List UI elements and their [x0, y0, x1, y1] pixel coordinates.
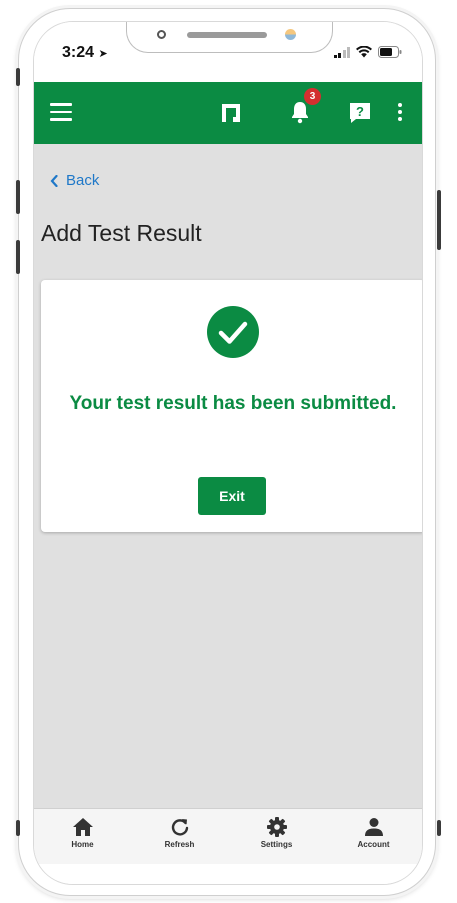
signal-icon [333, 47, 350, 58]
wifi-icon [356, 46, 372, 58]
result-card: Your test result has been submitted. Exi… [41, 280, 422, 532]
home-icon [72, 818, 93, 836]
bell-icon[interactable]: 3 [290, 88, 321, 126]
speaker-grille [187, 32, 267, 38]
back-link[interactable]: Back [50, 172, 99, 189]
chevron-left-icon [50, 174, 58, 187]
more-vert-icon[interactable] [398, 103, 404, 123]
nav-label-account: Account [357, 840, 390, 849]
app-bar: 3 ? [34, 82, 422, 144]
nav-label-home: Home [71, 840, 94, 849]
power-button [437, 190, 441, 250]
frame-mark-right [437, 820, 441, 836]
volume-down-button [16, 240, 20, 274]
page-title: Add Test Result [41, 220, 202, 246]
volume-up-button [16, 180, 20, 214]
status-time: 3:24 ➤ [62, 44, 108, 62]
phone-frame: 3:24 ➤ 3 ? Back Add Test Result Your tes… [18, 8, 436, 896]
nav-item-home[interactable]: Home [34, 809, 131, 865]
help-icon[interactable]: ? [348, 101, 372, 125]
app-logo-icon[interactable] [220, 102, 242, 124]
menu-icon[interactable] [50, 103, 72, 123]
person-icon [364, 818, 383, 836]
status-time-text: 3:24 [62, 44, 95, 61]
sensor-icon [285, 29, 296, 40]
nav-label-refresh: Refresh [164, 840, 195, 849]
bottom-nav: Home Refresh Settings Account [34, 808, 422, 865]
battery-icon [378, 46, 402, 58]
nav-item-account[interactable]: Account [325, 809, 422, 865]
status-icons [333, 46, 403, 58]
phone-screen: 3:24 ➤ 3 ? Back Add Test Result Your tes… [33, 21, 423, 885]
nav-item-settings[interactable]: Settings [228, 809, 325, 865]
check-circle-icon [207, 306, 259, 358]
gear-icon [266, 817, 287, 837]
camera-icon [157, 30, 166, 39]
nav-item-refresh[interactable]: Refresh [131, 809, 228, 865]
status-bar: 3:24 ➤ [34, 22, 422, 82]
notification-badge: 3 [304, 88, 321, 105]
location-arrow-icon: ➤ [98, 48, 108, 60]
refresh-icon [171, 819, 188, 836]
back-label: Back [66, 172, 100, 189]
mute-switch [16, 68, 20, 86]
svg-text:?: ? [356, 104, 364, 119]
exit-button[interactable]: Exit [198, 477, 266, 515]
success-message: Your test result has been submitted. [69, 393, 397, 414]
nav-label-settings: Settings [260, 840, 293, 849]
notch [126, 22, 333, 53]
main-content: Back Add Test Result Your test result ha… [34, 144, 422, 808]
frame-mark-left [16, 820, 20, 836]
home-indicator-area [34, 864, 422, 884]
